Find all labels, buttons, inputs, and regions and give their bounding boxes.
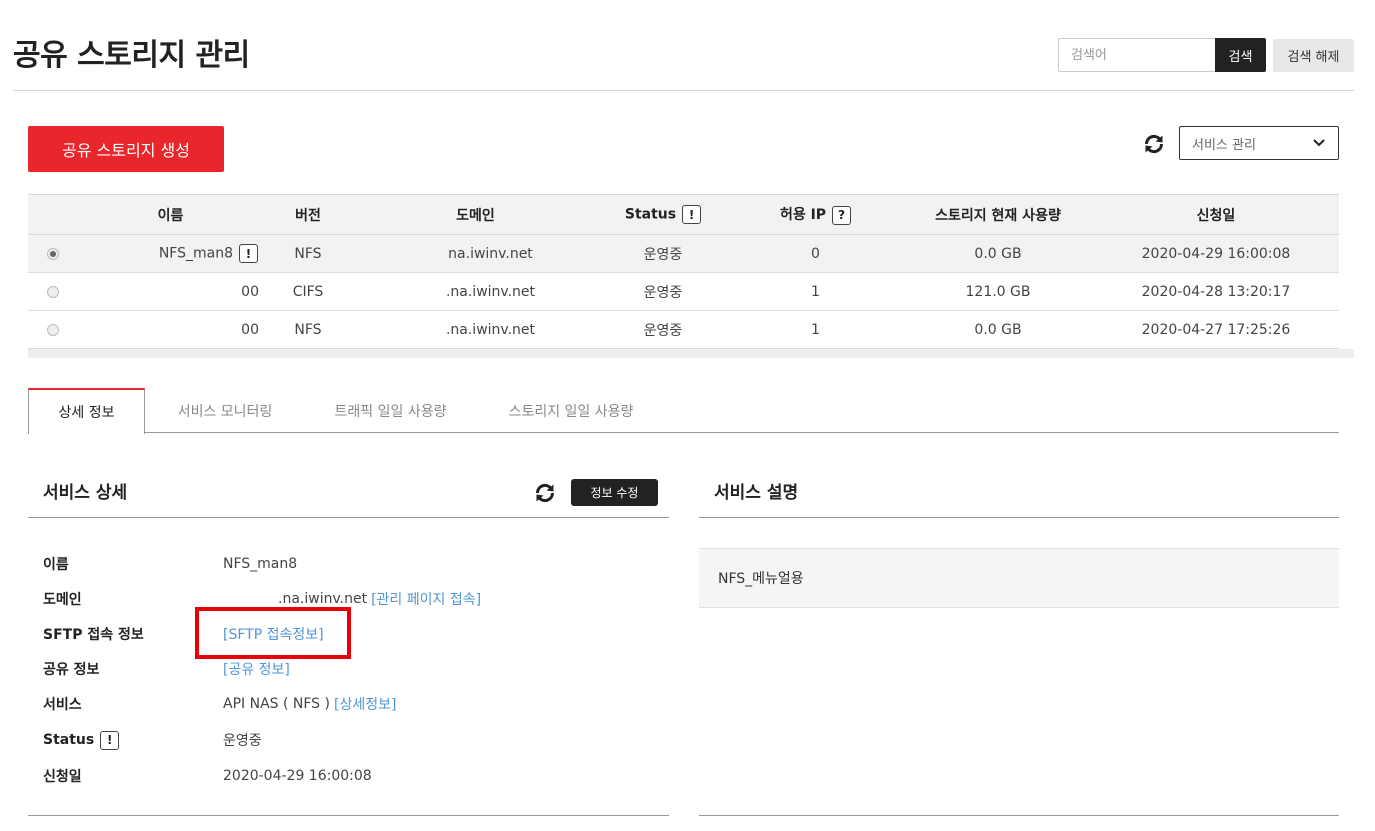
service-detail-title: 서비스 상세	[43, 483, 128, 503]
description-bottom-divider	[699, 815, 1339, 816]
description-box: NFS_메뉴얼용	[699, 548, 1339, 608]
row-name: 00	[241, 321, 259, 338]
edit-info-button[interactable]: 정보 수정	[571, 479, 658, 506]
allowed-ip-help-icon[interactable]: ?	[832, 205, 852, 225]
row-domain: .na.iwinv.net	[445, 321, 536, 338]
col-status-label: Status	[624, 206, 677, 223]
service-description-title: 서비스 설명	[714, 483, 799, 503]
detail-tabs: 상세 정보 서비스 모니터링 트래픽 일일 사용량 스토리지 일일 사용량	[28, 388, 1339, 434]
storage-table: 이름 버전 도메인 Status! 허용 IP? 스토리지 현재 사용량 신청일…	[28, 194, 1339, 349]
status-info-icon[interactable]: !	[682, 205, 702, 224]
col-version: 버전	[295, 207, 321, 224]
detail-row-sftp: SFTP 접속 정보 [SFTP 접속정보]	[43, 624, 663, 644]
col-allowed-ip: 허용 IP?	[728, 195, 903, 235]
share-info-link[interactable]: [공유 정보]	[223, 659, 290, 679]
page-title: 공유 스토리지 관리	[13, 38, 250, 73]
col-usage: 스토리지 현재 사용량	[935, 207, 1061, 224]
table-row[interactable]: 00 CIFS .na.iwinv.net 운영중 1 121.0 GB 202…	[28, 273, 1339, 311]
row-allowed-ip[interactable]: 0	[728, 235, 903, 273]
status-info-icon[interactable]: !	[100, 730, 120, 750]
row-allowed-ip[interactable]: 1	[728, 273, 903, 311]
row-radio[interactable]	[47, 247, 59, 260]
detail-row-domain: 도메인 .na.iwinv.net [관리 페이지 접속]	[43, 589, 663, 609]
tab-storage-daily[interactable]: 스토리지 일일 사용량	[501, 388, 641, 433]
status-label-text: Status	[43, 732, 95, 748]
row-domain: .na.iwinv.net	[445, 283, 536, 300]
name-info-icon[interactable]: !	[239, 244, 258, 263]
detail-row-date: 신청일 2020-04-29 16:00:08	[43, 766, 663, 786]
detail-value: NFS_man8	[223, 556, 298, 572]
detail-value: 2020-04-29 16:00:08	[223, 768, 372, 784]
row-date: 2020-04-27 17:25:26	[1141, 321, 1291, 338]
tab-traffic-daily[interactable]: 트래픽 일일 사용량	[328, 388, 453, 433]
detail-bottom-divider	[28, 815, 669, 816]
row-date: 2020-04-28 13:20:17	[1141, 283, 1291, 300]
search-input[interactable]	[1058, 38, 1216, 72]
table-row[interactable]: NFS_man8! NFS na.iwinv.net 운영중 0 0.0 GB …	[28, 234, 1339, 273]
row-name: NFS_man8	[158, 245, 233, 262]
col-select	[28, 195, 78, 235]
detail-row-share: 공유 정보 [공유 정보]	[43, 659, 663, 679]
row-allowed-ip[interactable]: 1	[728, 311, 903, 349]
row-domain: na.iwinv.net	[448, 245, 533, 262]
tab-detail-info[interactable]: 상세 정보	[28, 388, 145, 434]
title-divider	[13, 90, 1354, 91]
refresh-icon[interactable]	[1141, 131, 1167, 157]
table-header-row: 이름 버전 도메인 Status! 허용 IP? 스토리지 현재 사용량 신청일	[28, 194, 1339, 235]
row-version: NFS	[294, 321, 322, 338]
table-scrollbar-track[interactable]	[28, 349, 1354, 358]
col-domain: 도메인	[456, 207, 495, 224]
service-detail-link[interactable]: [상세정보]	[334, 694, 396, 714]
create-storage-button[interactable]: 공유 스토리지 생성	[28, 126, 224, 172]
col-name: 이름	[157, 207, 184, 224]
chevron-down-icon	[1313, 139, 1325, 147]
admin-page-link[interactable]: [관리 페이지 접속]	[371, 589, 481, 609]
col-date: 신청일	[1196, 207, 1236, 224]
detail-label: 도메인	[43, 592, 82, 608]
detail-row-status: Status! 운영중	[43, 730, 663, 750]
col-allowed-ip-label: 허용 IP	[779, 207, 827, 224]
row-status: 운영중	[643, 246, 683, 263]
detail-row-name: 이름 NFS_man8	[43, 554, 663, 574]
row-usage: 0.0 GB	[974, 321, 1022, 338]
service-select-value: 서비스 관리	[1192, 137, 1256, 153]
detail-label: Status!	[43, 730, 223, 750]
detail-divider	[28, 517, 669, 518]
row-radio[interactable]	[47, 285, 59, 298]
row-version: NFS	[294, 245, 322, 262]
col-status: Status!	[598, 195, 728, 235]
row-name: 00	[241, 283, 259, 300]
row-date: 2020-04-29 16:00:08	[1141, 245, 1291, 262]
detail-value: .na.iwinv.net	[278, 591, 368, 607]
row-usage: 121.0 GB	[965, 283, 1031, 300]
table-row[interactable]: 00 NFS .na.iwinv.net 운영중 1 0.0 GB 2020-0…	[28, 311, 1339, 349]
description-divider	[699, 517, 1339, 518]
detail-label: 공유 정보	[43, 662, 100, 678]
tab-service-monitoring[interactable]: 서비스 모니터링	[175, 388, 275, 433]
search-button[interactable]: 검색	[1215, 38, 1266, 72]
detail-row-service: 서비스 API NAS ( NFS ) [상세정보]	[43, 694, 663, 714]
service-select[interactable]: 서비스 관리	[1179, 126, 1339, 160]
row-version: CIFS	[292, 283, 324, 300]
row-status: 운영중	[643, 284, 683, 301]
refresh-icon[interactable]	[532, 480, 558, 506]
row-radio[interactable]	[47, 323, 59, 336]
sftp-highlight-box	[195, 607, 351, 659]
detail-label: 이름	[43, 557, 69, 573]
detail-label: 신청일	[43, 769, 82, 785]
detail-value: API NAS ( NFS )	[223, 696, 330, 712]
detail-label: 서비스	[43, 697, 82, 713]
row-status: 운영중	[643, 322, 683, 339]
row-usage: 0.0 GB	[974, 245, 1022, 262]
search-clear-button[interactable]: 검색 해제	[1273, 39, 1354, 72]
detail-value: 운영중	[223, 733, 262, 749]
